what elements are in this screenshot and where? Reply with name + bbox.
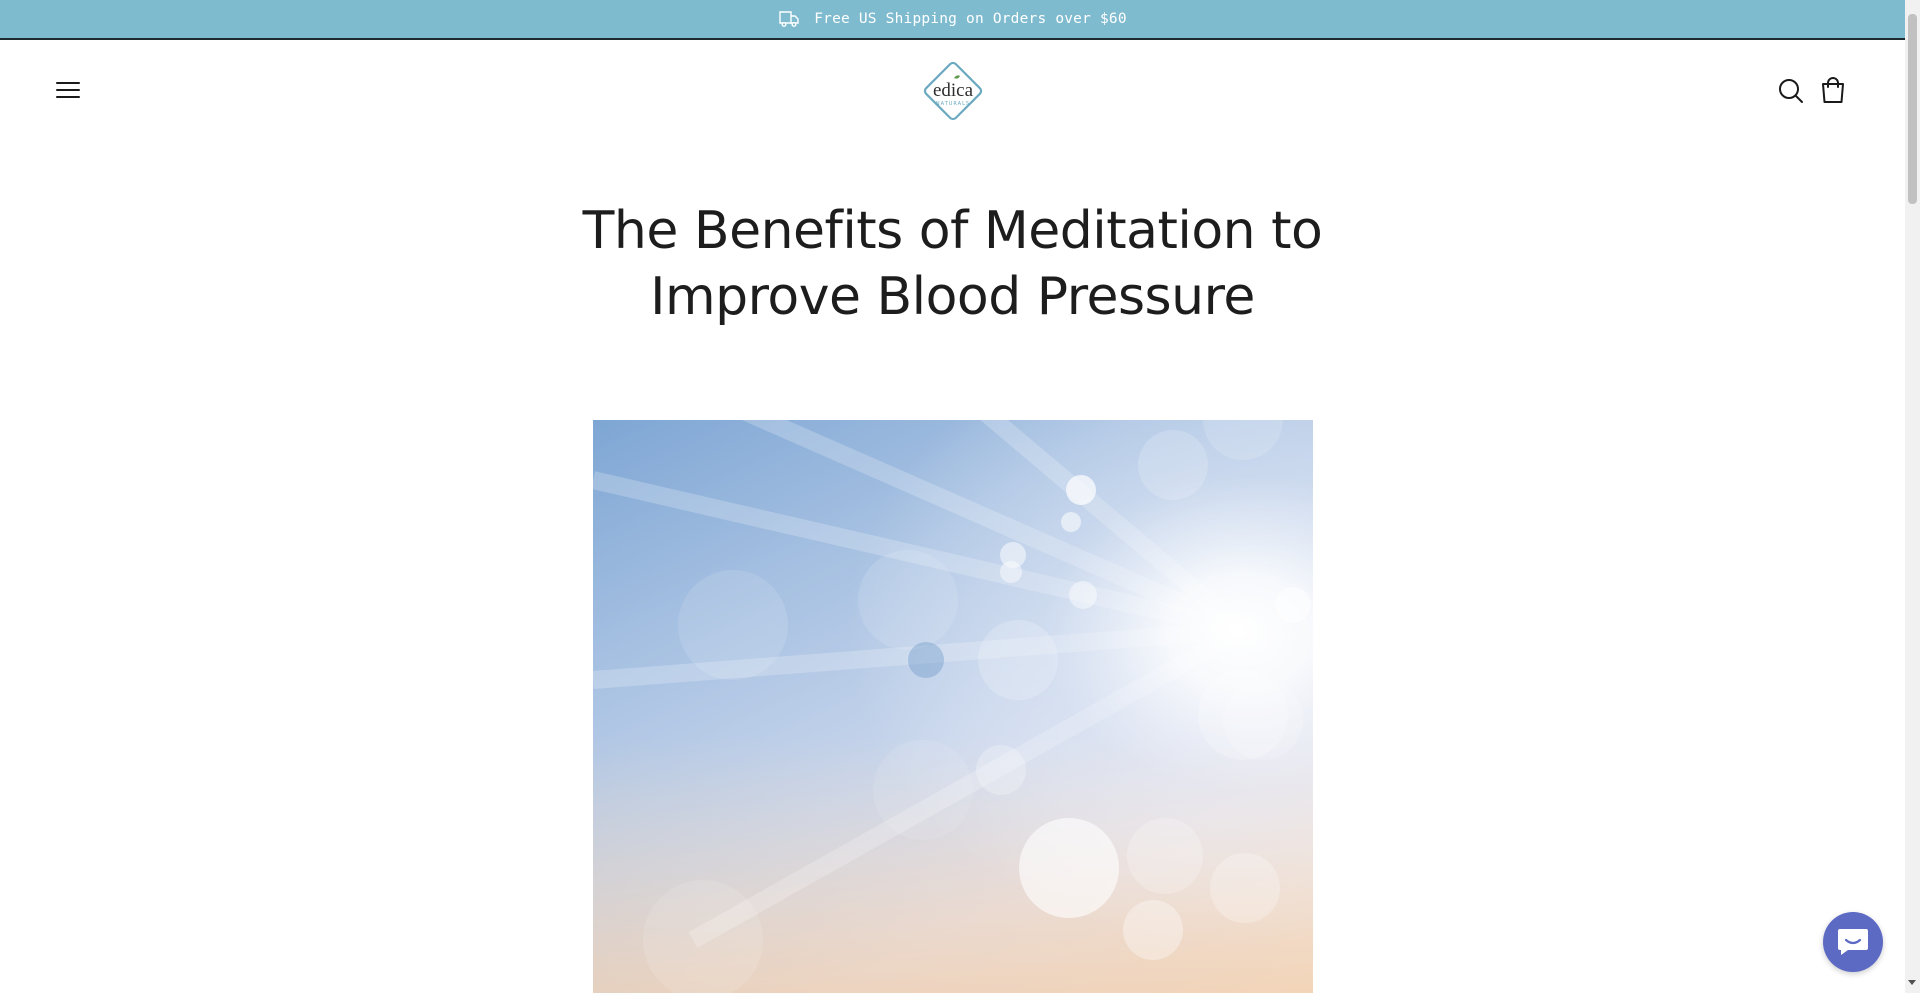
cart-icon: [1822, 77, 1844, 103]
scrollbar[interactable]: [1905, 0, 1920, 993]
chat-button[interactable]: [1823, 912, 1883, 972]
article-title: The Benefits of Meditation to Improve Bl…: [582, 201, 1323, 327]
truck-icon: [778, 9, 800, 29]
menu-icon: [56, 82, 80, 84]
site-header: edica NATURALS: [0, 42, 1905, 142]
menu-button[interactable]: [56, 80, 82, 100]
cart-button[interactable]: [1820, 76, 1846, 104]
chat-icon: [1838, 929, 1868, 955]
logo-brand-text: edica: [933, 80, 974, 101]
logo[interactable]: edica NATURALS: [916, 54, 990, 128]
scroll-down-arrow-icon[interactable]: [1908, 980, 1916, 985]
scrollbar-thumb[interactable]: [1908, 14, 1917, 204]
search-button[interactable]: [1778, 78, 1804, 104]
search-icon: [1779, 79, 1803, 103]
sky-sunburst-image: [593, 420, 1313, 993]
announcement-text: Free US Shipping on Orders over $60: [814, 11, 1127, 27]
logo-tagline-text: NATURALS: [936, 101, 970, 107]
hero-image: [593, 420, 1313, 993]
announcement-bar: Free US Shipping on Orders over $60: [0, 0, 1905, 40]
